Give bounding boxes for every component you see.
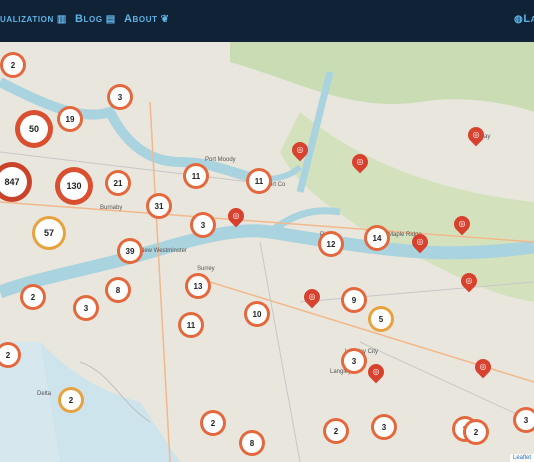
bicycle-icon: ◎ (356, 157, 364, 166)
nav-language-label: La (523, 13, 534, 25)
marker-cluster[interactable]: 3 (516, 410, 534, 430)
leaf-icon: ❦ (160, 14, 170, 25)
place-label: Surrey (197, 266, 215, 272)
place-label: Burnaby (100, 205, 123, 211)
marker-cluster[interactable]: 5 (371, 309, 391, 329)
marker-cluster[interactable]: 3 (344, 351, 364, 371)
marker-cluster[interactable]: 2 (466, 422, 486, 442)
place-label: Langley (330, 369, 352, 375)
bicycle-icon: ◎ (465, 276, 473, 285)
marker-cluster[interactable]: 31 (149, 196, 169, 216)
marker-cluster[interactable]: 2 (326, 421, 346, 441)
map-area[interactable]: Port Moody Port Co Burnaby New Westminst… (0, 42, 534, 462)
nav-about-label: About (124, 13, 158, 25)
marker-cluster[interactable]: 2 (61, 390, 81, 410)
bicycle-icon: ◎ (308, 292, 316, 301)
marker-cluster[interactable]: 19 (60, 109, 80, 129)
nav-visualization-label: ualization (0, 13, 54, 25)
bicycle-icon: ◎ (372, 367, 380, 376)
marker-cluster[interactable]: 12 (321, 234, 341, 254)
bicycle-icon: ◎ (232, 211, 240, 220)
bicycle-icon: ◎ (472, 130, 480, 139)
bicycle-icon: ◎ (416, 237, 424, 246)
nav-visualization[interactable]: ualization ▥ (0, 13, 67, 25)
nav-blog-label: Blog (75, 13, 103, 25)
marker-cluster[interactable]: 39 (120, 241, 140, 261)
marker-cluster[interactable]: 10 (247, 304, 267, 324)
bicycle-icon: ◎ (296, 145, 304, 154)
place-label: New Westminster (140, 248, 187, 254)
marker-cluster[interactable]: 2 (23, 287, 43, 307)
globe-icon: ◍ (514, 14, 524, 25)
nav-language[interactable]: ◍La (511, 13, 534, 25)
marker-cluster[interactable]: 8 (108, 280, 128, 300)
marker-cluster[interactable]: 50 (20, 115, 48, 143)
marker-cluster[interactable]: 13 (188, 276, 208, 296)
marker-cluster[interactable]: 130 (60, 172, 88, 200)
marker-cluster[interactable]: 3 (374, 417, 394, 437)
marker-cluster[interactable]: 11 (249, 171, 269, 191)
marker-cluster[interactable]: 9 (344, 290, 364, 310)
marker-cluster[interactable]: 3 (110, 87, 130, 107)
newspaper-icon: ▤ (105, 14, 116, 25)
map-attribution[interactable]: Leaflet (509, 454, 534, 462)
marker-cluster[interactable]: 3 (76, 298, 96, 318)
bicycle-icon: ◎ (479, 362, 487, 371)
marker-cluster[interactable]: 57 (35, 219, 63, 247)
marker-cluster[interactable]: 8 (242, 433, 262, 453)
marker-cluster[interactable]: 3 (193, 215, 213, 235)
marker-cluster[interactable]: 2 (203, 413, 223, 433)
marker-cluster[interactable]: 11 (181, 315, 201, 335)
place-label: Port Moody (205, 157, 236, 163)
nav-about[interactable]: About ❦ (124, 13, 170, 25)
marker-cluster[interactable]: 11 (186, 166, 206, 186)
marker-cluster[interactable]: 14 (367, 228, 387, 248)
top-navbar: ualization▥ Blog▤ About❦ ◍La (0, 0, 534, 42)
marker-cluster[interactable]: 21 (108, 173, 128, 193)
place-label: Delta (37, 391, 52, 397)
bicycle-icon: ◎ (458, 219, 466, 228)
bar-chart-icon: ▥ (56, 14, 67, 25)
marker-cluster[interactable]: 2 (3, 55, 23, 75)
nav-blog[interactable]: Blog ▤ (75, 13, 116, 25)
